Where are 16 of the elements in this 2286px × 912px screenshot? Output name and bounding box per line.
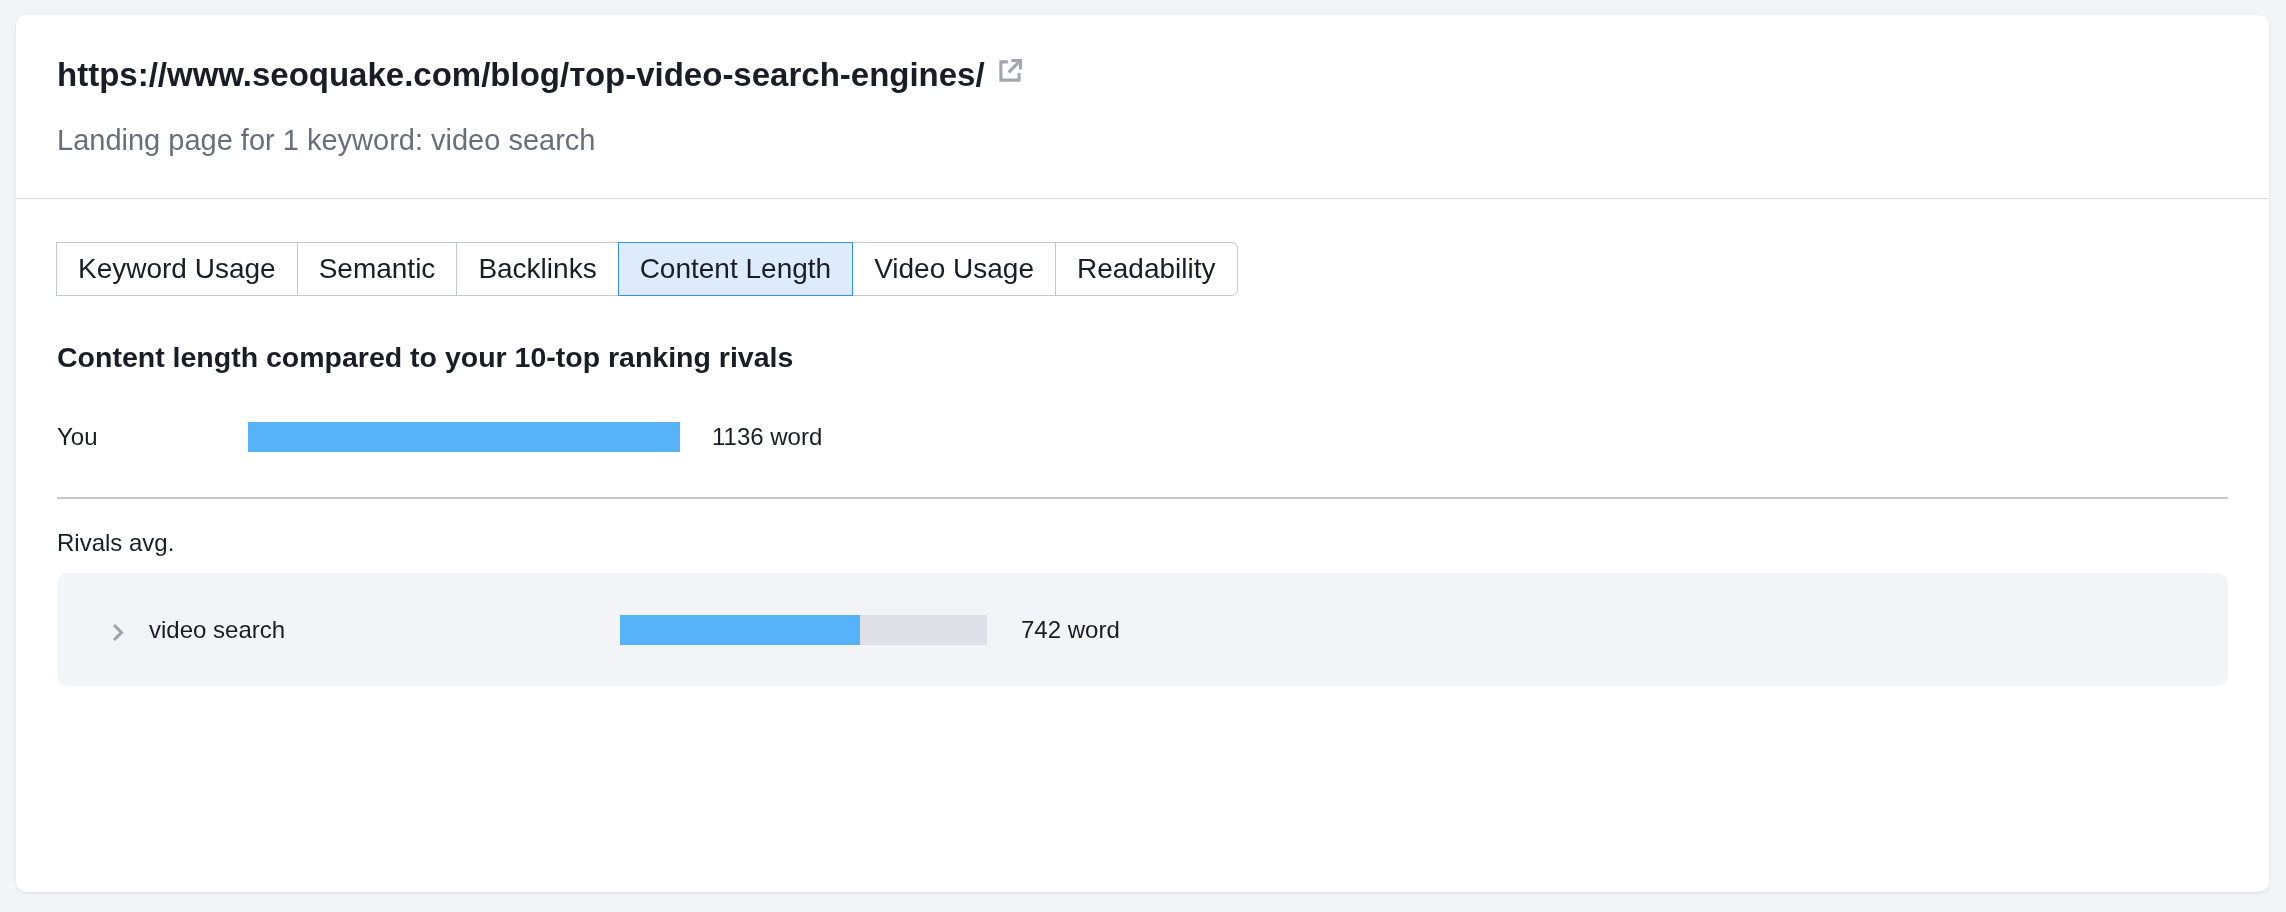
rivals-label: Rivals avg. <box>57 529 175 557</box>
tab[interactable]: Keyword Usage <box>56 242 298 296</box>
chevron-icon[interactable] <box>112 622 124 643</box>
keyword-label: video search <box>149 615 286 644</box>
section-heading: Content length compared to your 10-top ranking rivals <box>57 341 794 373</box>
word-count: 742 word <box>1021 615 1120 644</box>
keyword-row[interactable]: video search 742 word <box>57 573 2228 686</box>
tab[interactable]: Readability <box>1054 242 1238 296</box>
page-url: https://www.seoquake.com/blog/тор-video-search-engines/ <box>57 56 985 94</box>
page-subtitle: Landing page for 1 keyword: video search <box>57 123 596 157</box>
tab[interactable]: Backlinks <box>456 242 619 296</box>
word-count: 1136 word <box>712 423 823 451</box>
tab[interactable]: Semantic <box>296 242 458 296</box>
row-label: You <box>57 423 98 451</box>
tab[interactable]: Content Length <box>617 242 854 296</box>
tab[interactable]: Video Usage <box>852 242 1056 296</box>
